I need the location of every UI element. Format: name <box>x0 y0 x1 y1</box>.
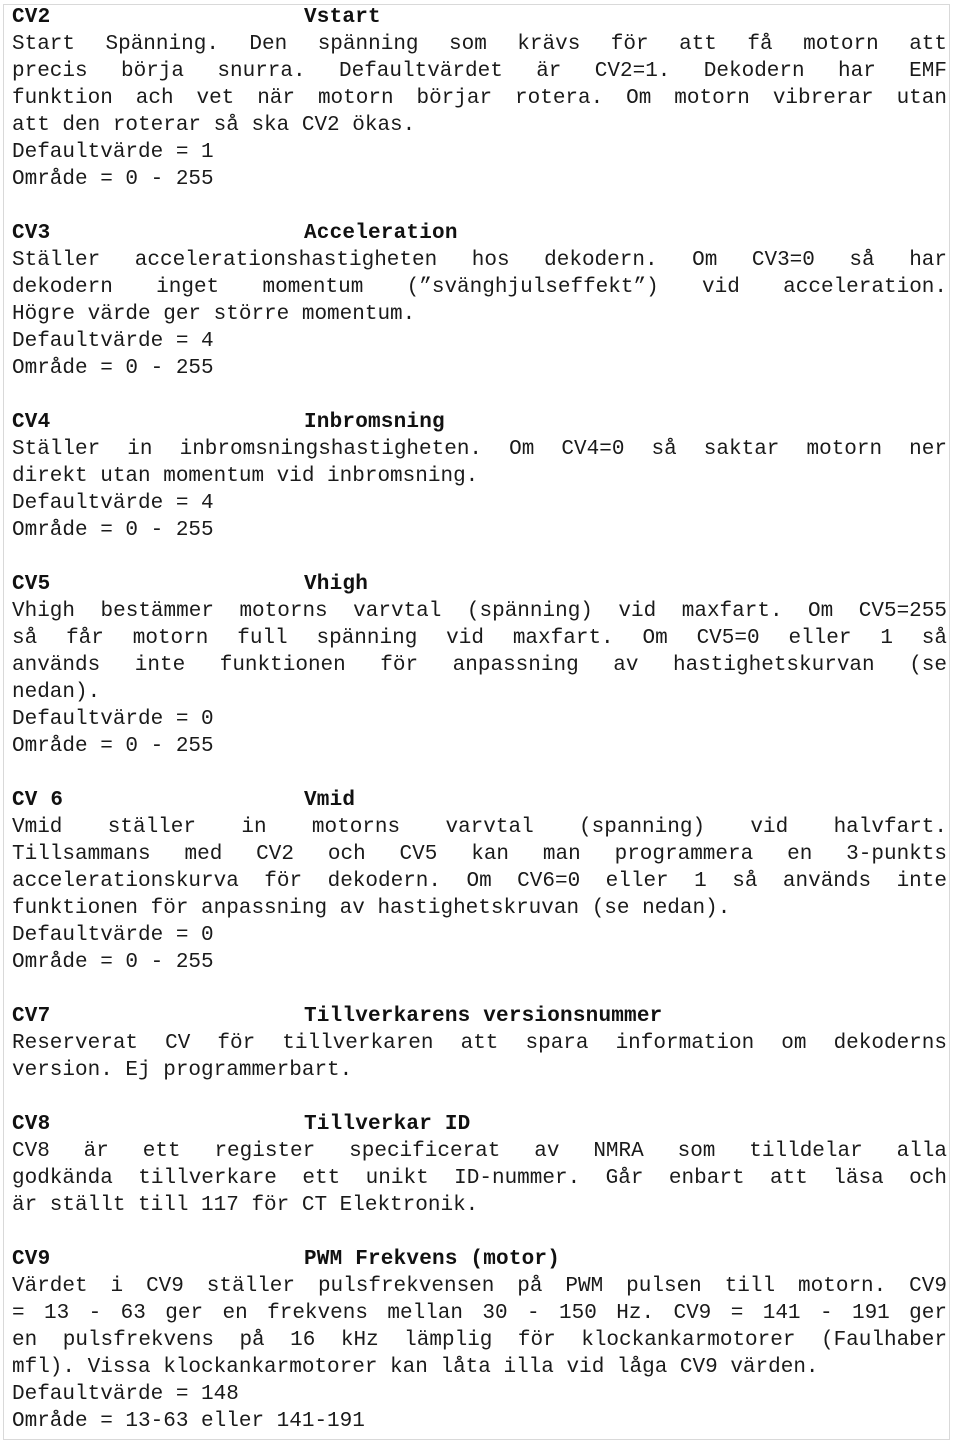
cv-description-line: dekodern inget momentum (”svänghjulseffe… <box>12 276 947 299</box>
cv-identifier: CV7 <box>12 1005 51 1028</box>
cv-identifier: CV5 <box>12 573 51 596</box>
cv-section: CV7 Tillverkarens versionsnummer Reservera… <box>12 1003 948 1084</box>
cv-description-line: Ställer in inbromsningshastigheten. Om C… <box>12 438 947 461</box>
cv-description-line: Reserverat CV för tillverkaren att spara… <box>12 1032 947 1055</box>
cv-section: CV4 Inbromsning Ställer in inbromsningshas… <box>12 409 948 544</box>
cv-description-line: nedan). <box>12 681 101 704</box>
cv-title: Vmid <box>304 789 356 812</box>
cv-range-value: Område = 0 - 255 <box>12 357 214 380</box>
cv-description-line: = 13 - 63 ger en frekvens mellan 30 - 15… <box>12 1302 947 1325</box>
cv-title: Acceleration <box>304 222 458 245</box>
cv-description: Ställer in inbromsningshastigheten. Om C… <box>12 436 947 490</box>
cv-description: Ställer accelerationshastigheten hos dek… <box>12 247 947 328</box>
cv-description-line: funktionen för anpassning av hastighetsk… <box>12 897 731 920</box>
cv-section-heading: CV2 Vstart <box>12 4 948 31</box>
cv-section-heading: CV9 PWM Frekvens (motor) <box>12 1246 948 1273</box>
cv-description-line: CV8 är ett register specificerat av NMRA… <box>12 1140 947 1163</box>
cv-description-line: används inte funktionen för anpassning a… <box>12 654 947 677</box>
cv-title: Tillverkar ID <box>304 1113 471 1136</box>
cv-description-line: Vhigh bestämmer motorns varvtal (spännin… <box>12 600 947 623</box>
cv-identifier: CV4 <box>12 411 51 434</box>
cv-default-value: Defaultvärde = 4 <box>12 492 214 515</box>
cv-description-line: precis börja snurra. Defaultvärdet är CV… <box>12 60 947 83</box>
cv-title: Vhigh <box>304 573 369 596</box>
cv-description-line: Ställer accelerationshastigheten hos dek… <box>12 249 947 272</box>
cv-description-line: godkända tillverkare ett unikt ID-nummer… <box>12 1167 947 1190</box>
cv-description-line: Värdet i CV9 ställer pulsfrekvensen på P… <box>12 1275 947 1298</box>
cv-description-line: Tillsammans med CV2 och CV5 kan man prog… <box>12 843 947 866</box>
cv-section-heading: CV8 Tillverkar ID <box>12 1111 948 1138</box>
cv-description: Start Spänning. Den spänning som krävs f… <box>12 31 947 139</box>
cv-description-line: att den roterar så ska CV2 ökas. <box>12 114 416 137</box>
cv-title: PWM Frekvens (motor) <box>304 1248 561 1271</box>
cv-description-line: är ställt till 117 för CT Elektronik. <box>12 1194 479 1217</box>
cv-section-heading: CV5 Vhigh <box>12 571 948 598</box>
cv-default-value: Defaultvärde = 0 <box>12 924 214 947</box>
cv-description-line: Högre värde ger större momentum. <box>12 303 416 326</box>
cv-title: Vstart <box>304 6 381 29</box>
cv-description-line: funktion ach vet när motorn börjar roter… <box>12 87 947 110</box>
cv-section-heading: CV3 Acceleration <box>12 220 948 247</box>
cv-section: CV8 Tillverkar ID CV8 är ett register spec… <box>12 1111 948 1219</box>
cv-default-value: Defaultvärde = 4 <box>12 330 214 353</box>
cv-description: Vmid ställer in motorns varvtal (spannin… <box>12 814 947 922</box>
cv-description-line: mfl). Vissa klockankarmotorer kan låta i… <box>12 1356 819 1379</box>
cv-default-value: Defaultvärde = 0 <box>12 708 214 731</box>
cv-section: CV 6 Vmid Vmid ställer in motorns varvtal … <box>12 787 948 976</box>
cv-range-value: Område = 0 - 255 <box>12 168 214 191</box>
cv-description: Värdet i CV9 ställer pulsfrekvensen på P… <box>12 1273 947 1381</box>
cv-identifier: CV 6 <box>12 789 64 812</box>
cv-title: Inbromsning <box>304 411 445 434</box>
cv-description-line: Start Spänning. Den spänning som krävs f… <box>12 33 947 56</box>
cv-identifier: CV2 <box>12 6 51 29</box>
cv-identifier: CV9 <box>12 1248 51 1271</box>
cv-description: Reserverat CV för tillverkaren att spara… <box>12 1030 947 1084</box>
cv-description-line: Vmid ställer in motorns varvtal (spannin… <box>12 816 947 839</box>
cv-range-value: Område = 0 - 255 <box>12 519 214 542</box>
document-content: CV2 Vstart Start Spänning. Den spänning so… <box>12 4 948 1435</box>
cv-description-line: en pulsfrekvens på 16 kHz lämplig för kl… <box>12 1329 947 1352</box>
cv-section: CV9 PWM Frekvens (motor) Värdet i CV9 stäl… <box>12 1246 948 1435</box>
cv-description-line: så får motorn full spänning vid maxfart.… <box>12 627 947 650</box>
cv-description-line: accelerationskurva för dekodern. Om CV6=… <box>12 870 947 893</box>
cv-range-value: Område = 0 - 255 <box>12 735 214 758</box>
cv-section: CV3 Acceleration Ställer accelerationshast… <box>12 220 948 382</box>
cv-section-heading: CV7 Tillverkarens versionsnummer <box>12 1003 948 1030</box>
cv-description: CV8 är ett register specificerat av NMRA… <box>12 1138 947 1219</box>
cv-description-line: direkt utan momentum vid inbromsning. <box>12 465 479 488</box>
cv-identifier: CV8 <box>12 1113 51 1136</box>
cv-section: CV2 Vstart Start Spänning. Den spänning so… <box>12 4 948 193</box>
cv-section-heading: CV4 Inbromsning <box>12 409 948 436</box>
cv-default-value: Defaultvärde = 148 <box>12 1383 239 1406</box>
cv-identifier: CV3 <box>12 222 51 245</box>
cv-description-line: version. Ej programmerbart. <box>12 1059 353 1082</box>
cv-description: Vhigh bestämmer motorns varvtal (spännin… <box>12 598 947 706</box>
document-page: CV2 Vstart Start Spänning. Den spänning so… <box>0 0 960 1452</box>
cv-section: CV5 Vhigh Vhigh bestämmer motorns varvtal … <box>12 571 948 760</box>
cv-default-value: Defaultvärde = 1 <box>12 141 214 164</box>
cv-range-value: Område = 0 - 255 <box>12 951 214 974</box>
cv-title: Tillverkarens versionsnummer <box>304 1005 663 1028</box>
cv-range-value: Område = 13-63 eller 141-191 <box>12 1410 365 1433</box>
cv-section-heading: CV 6 Vmid <box>12 787 948 814</box>
